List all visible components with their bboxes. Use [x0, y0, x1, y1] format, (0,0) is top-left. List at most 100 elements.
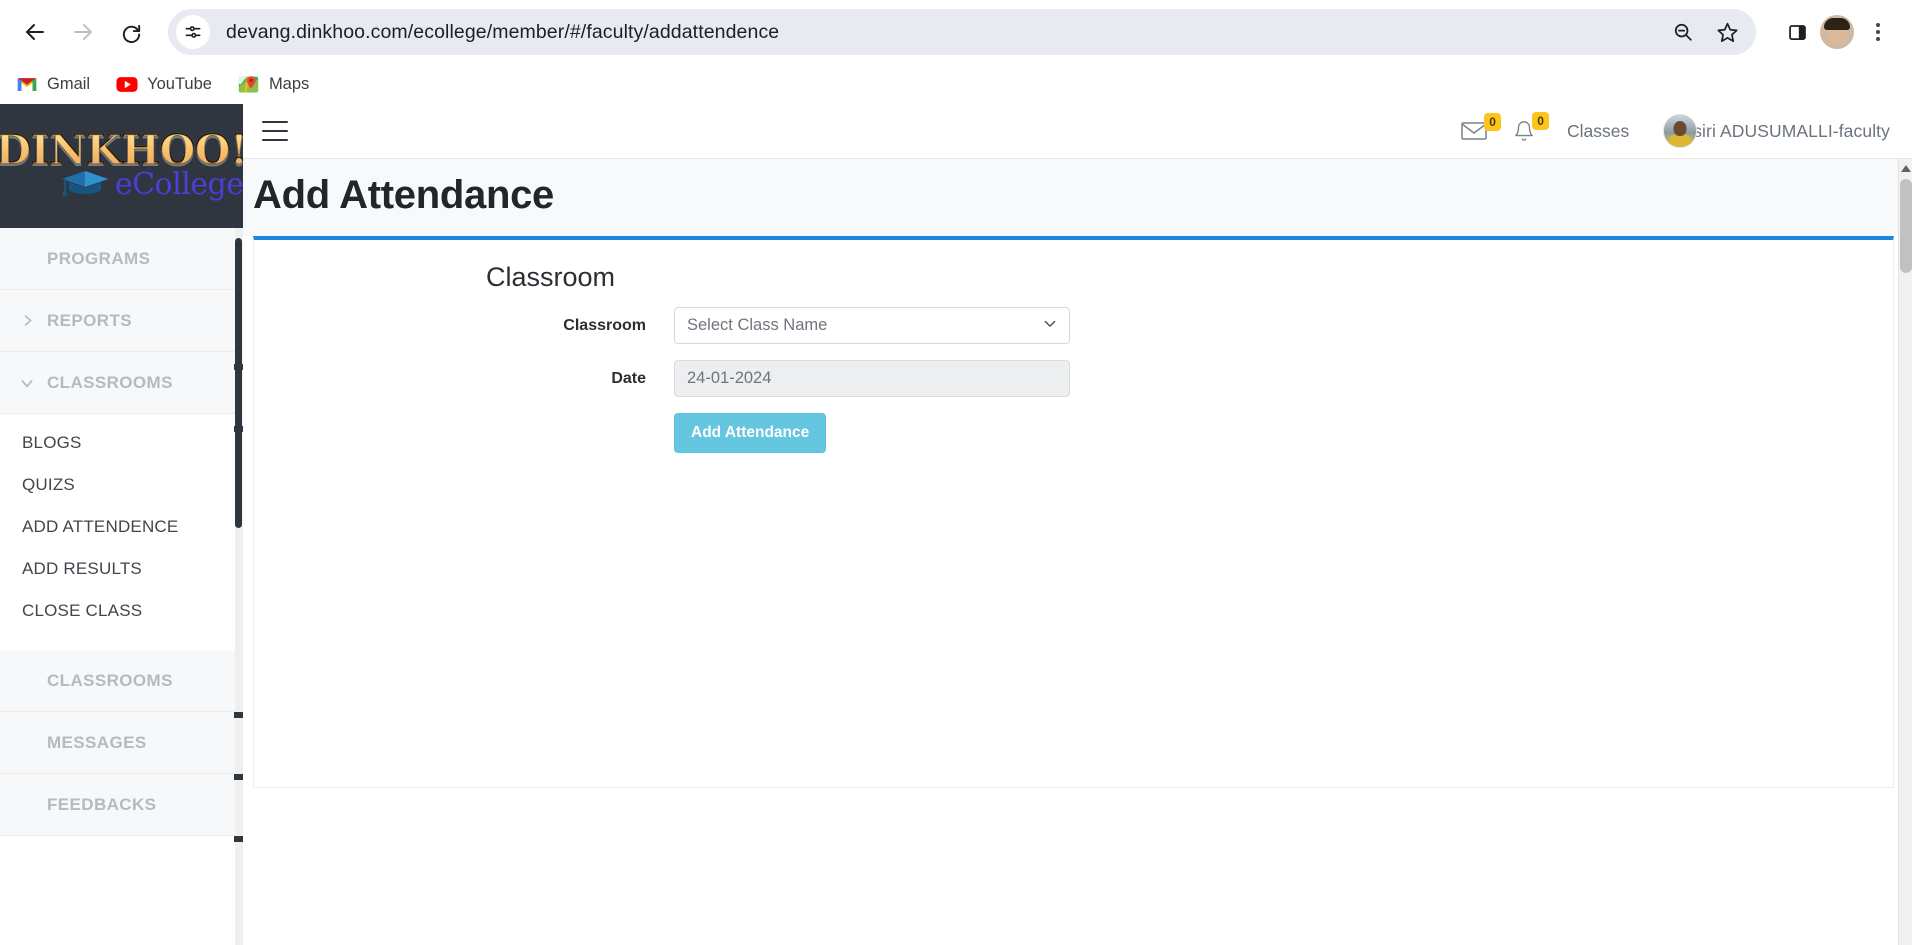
back-button[interactable] — [14, 11, 56, 53]
tune-icon — [185, 26, 201, 38]
date-label: Date — [611, 369, 646, 387]
classroom-label: Classroom — [563, 316, 646, 334]
sidebar-item-close-class[interactable]: CLOSE CLASS — [0, 590, 243, 632]
sidebar: DINKHOO! eCollege PROGRAMS REPORTS CLASS… — [0, 104, 243, 945]
page-title-bar: Add Attendance — [243, 159, 1912, 236]
sidebar-group-label: FEEDBACKS — [47, 794, 157, 814]
maps-icon — [238, 74, 260, 94]
sidebar-group-label: MESSAGES — [47, 732, 147, 752]
graduation-cap-icon — [59, 167, 111, 205]
page-scrollbar-thumb[interactable] — [1900, 179, 1912, 273]
brand-subtitle: eCollege — [114, 166, 243, 202]
chevron-down-icon — [19, 375, 35, 391]
zoom-out-button[interactable] — [1664, 13, 1702, 51]
browser-toolbar: devang.dinkhoo.com/ecollege/member/#/fac… — [0, 0, 1912, 64]
chrome-profile-avatar[interactable] — [1820, 15, 1854, 49]
chrome-right-actions — [1778, 12, 1898, 52]
avatar — [1663, 114, 1698, 148]
sidebar-item-classrooms[interactable]: CLASSROOMS — [0, 352, 243, 413]
classes-link[interactable]: Classes — [1561, 121, 1635, 142]
sidebar-item-add-attendence[interactable]: ADD ATTENDENCE — [0, 506, 243, 548]
main-content: 0 0 Classes siri ADUSUMALLI-faculty Add … — [243, 104, 1912, 945]
date-input[interactable] — [674, 360, 1070, 397]
brand-inner: DINKHOO! eCollege — [0, 128, 243, 205]
sidebar-group-classrooms-2: CLASSROOMS — [0, 650, 243, 712]
avatar-body — [1667, 134, 1694, 147]
bookmark-youtube[interactable]: YouTube — [116, 74, 212, 94]
menu-toggle-button[interactable] — [262, 121, 288, 141]
bookmark-label: Maps — [268, 74, 310, 93]
sidebar-group-classrooms: CLASSROOMS — [0, 352, 243, 414]
forward-button[interactable] — [62, 11, 104, 53]
side-panel-icon — [1788, 24, 1806, 40]
side-panel-button[interactable] — [1778, 13, 1816, 51]
date-input-wrap — [674, 360, 1070, 397]
notifications-badge: 0 — [1532, 112, 1549, 130]
reload-button[interactable] — [110, 11, 152, 53]
hamburger-line — [262, 130, 288, 132]
sidebar-group-label: CLASSROOMS — [47, 372, 173, 392]
brand-title: DINKHOO! — [0, 128, 243, 171]
brand-logo[interactable]: DINKHOO! eCollege — [0, 104, 243, 228]
page-scrollbar-track[interactable] — [1898, 159, 1912, 945]
url-text[interactable]: devang.dinkhoo.com/ecollege/member/#/fac… — [226, 21, 1664, 44]
card-heading: Classroom — [486, 262, 616, 292]
star-icon — [1716, 22, 1738, 42]
kebab-dot — [1876, 37, 1880, 41]
sidebar-item-reports[interactable]: REPORTS — [0, 290, 243, 351]
sidebar-submenu-classrooms: BLOGS QUIZS ADD ATTENDENCE ADD RESULTS C… — [0, 414, 243, 650]
scroll-mark — [234, 364, 243, 370]
sidebar-group-feedbacks: FEEDBACKS — [0, 774, 243, 836]
sidebar-item-programs[interactable]: PROGRAMS — [0, 228, 243, 289]
bookmarks-bar: Gmail YouTube Maps — [0, 64, 1912, 104]
sidebar-group-label: CLASSROOMS — [47, 670, 173, 690]
form-row-date: Date — [254, 360, 1893, 397]
hamburger-line — [262, 121, 288, 123]
scroll-mark — [234, 426, 243, 432]
sidebar-item-classrooms-2[interactable]: CLASSROOMS — [0, 650, 243, 711]
form-actions: Add Attendance — [254, 413, 1893, 453]
scroll-mark — [234, 774, 243, 780]
caret-up-icon — [1901, 165, 1911, 172]
scroll-mark — [234, 712, 243, 718]
bookmark-button[interactable] — [1708, 13, 1746, 51]
sidebar-nav: PROGRAMS REPORTS CLASSROOMS BLOGS QUIZS … — [0, 228, 243, 836]
page-title: Add Attendance — [253, 173, 554, 217]
sidebar-item-quizs[interactable]: QUIZS — [0, 464, 243, 506]
hamburger-line — [262, 139, 288, 141]
sidebar-item-messages[interactable]: MESSAGES — [0, 712, 243, 773]
sidebar-group-label: PROGRAMS — [47, 248, 151, 268]
user-name-label: siri ADUSUMALLI-faculty — [1693, 120, 1890, 141]
sidebar-group-label: REPORTS — [47, 310, 132, 330]
notifications-button[interactable]: 0 — [1513, 112, 1549, 142]
app-topbar: 0 0 Classes siri ADUSUMALLI-faculty — [243, 104, 1912, 159]
sidebar-group-reports: REPORTS — [0, 290, 243, 352]
bookmark-label: YouTube — [147, 74, 212, 93]
zoom-out-icon — [1674, 23, 1692, 41]
site-info-button[interactable] — [176, 15, 210, 49]
user-menu[interactable]: siri ADUSUMALLI-faculty — [1663, 114, 1890, 148]
classroom-select[interactable]: Select Class Name — [674, 307, 1070, 344]
youtube-icon — [116, 74, 138, 94]
sidebar-group-messages: MESSAGES — [0, 712, 243, 774]
omnibox-actions — [1664, 13, 1750, 51]
sidebar-item-blogs[interactable]: BLOGS — [0, 422, 243, 464]
add-attendance-button[interactable]: Add Attendance — [674, 413, 827, 453]
kebab-dot — [1876, 30, 1880, 34]
kebab-dot — [1876, 23, 1880, 27]
sidebar-item-feedbacks[interactable]: FEEDBACKS — [0, 774, 243, 835]
application-window: DINKHOO! eCollege PROGRAMS REPORTS CLASS… — [0, 104, 1912, 945]
reload-icon — [122, 24, 140, 43]
chrome-menu-button[interactable] — [1858, 12, 1898, 52]
sidebar-scrollbar-thumb[interactable] — [235, 238, 242, 528]
attendance-card: Classroom Classroom Select Class Name Da… — [253, 236, 1894, 788]
bookmark-maps[interactable]: Maps — [238, 74, 309, 94]
address-bar[interactable]: devang.dinkhoo.com/ecollege/member/#/fac… — [168, 9, 1756, 55]
sidebar-item-add-results[interactable]: ADD RESULTS — [0, 548, 243, 590]
bookmark-gmail[interactable]: Gmail — [16, 74, 90, 94]
messages-button[interactable]: 0 — [1461, 113, 1501, 141]
form-actions-spacer — [254, 413, 674, 453]
avatar-hair — [1824, 18, 1850, 31]
scroll-up-button[interactable] — [1899, 161, 1912, 177]
messages-badge: 0 — [1484, 113, 1501, 131]
